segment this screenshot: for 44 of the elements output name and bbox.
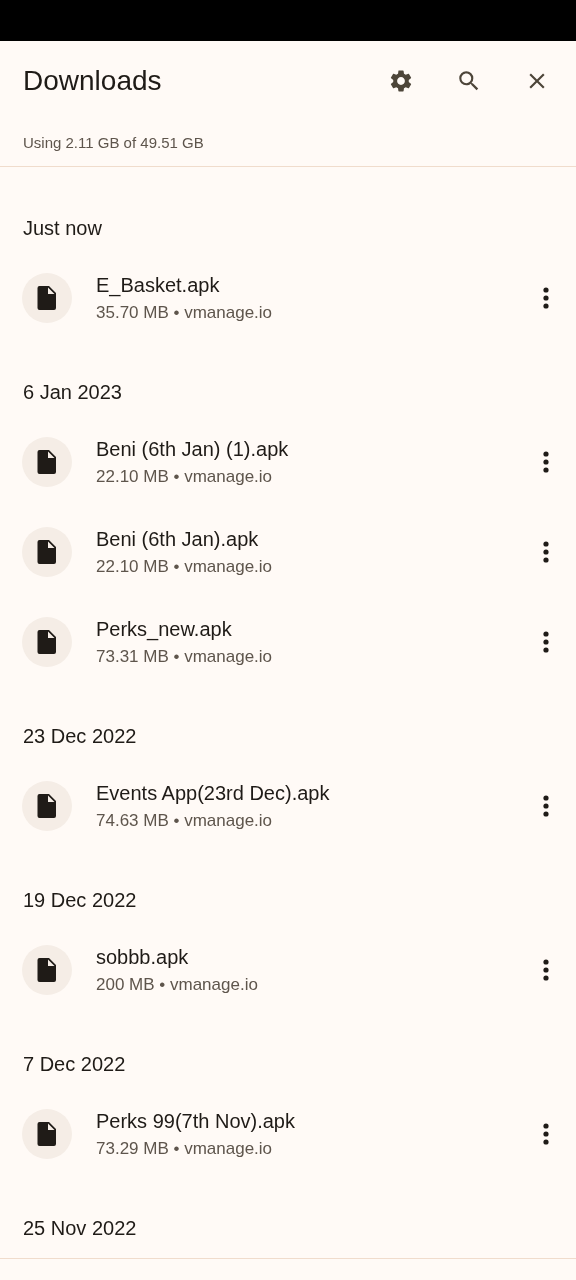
date-heading: Just now [22,216,102,240]
download-item[interactable]: Beni (6th Jan).apk 22.10 MB • vmanage.io [0,507,576,597]
file-name: Events App(23rd Dec).apk [96,781,330,806]
file-details: 200 MB • vmanage.io [96,974,258,996]
more-icon [543,631,549,653]
file-details: 73.29 MB • vmanage.io [96,1138,273,1160]
page-title: Downloads [23,64,162,98]
file-name: Beni (6th Jan).apk [96,527,259,552]
more-icon [543,959,549,981]
file-details: 22.10 MB • vmanage.io [96,556,273,578]
more-icon [543,1123,549,1145]
download-item[interactable]: E_Basket.apk 35.70 MB • vmanage.io [0,253,576,343]
download-item[interactable]: Perks_new.apk 73.31 MB • vmanage.io [0,597,576,687]
download-item[interactable]: Beni (6th Jan) (1).apk 22.10 MB • vmanage.io [0,417,576,507]
more-icon [543,541,549,563]
file-icon [37,794,57,818]
file-details: 73.31 MB • vmanage.io [96,646,273,668]
settings-icon [388,68,414,94]
date-heading: 23 Dec 2022 [22,724,137,748]
file-details: 74.63 MB • vmanage.io [96,810,273,832]
download-item[interactable]: sobbb.apk 200 MB • vmanage.io [0,925,576,1015]
file-icon [37,958,57,982]
more-icon [543,287,549,309]
file-icon [37,1122,57,1146]
file-details: 35.70 MB • vmanage.io [96,302,273,324]
file-icon [37,450,57,474]
date-heading: 19 Dec 2022 [22,888,137,912]
file-name: E_Basket.apk [96,273,220,298]
file-icon [37,630,57,654]
download-item[interactable]: Events App(23rd Dec).apk 74.63 MB • vmanage.io [0,761,576,851]
storage-usage: Using 2.11 GB of 49.51 GB [23,133,205,153]
file-details: 22.10 MB • vmanage.io [96,466,273,488]
file-name: Beni (6th Jan) (1).apk [96,437,289,462]
date-heading: 25 Nov 2022 [22,1216,137,1240]
more-icon [543,795,549,817]
date-heading: 7 Dec 2022 [22,1052,126,1076]
file-name: Perks 99(7th Nov).apk [96,1109,295,1134]
more-icon [543,451,549,473]
file-name: sobbb.apk [96,945,189,970]
download-item[interactable]: Perks 99(7th Nov).apk 73.29 MB • vmanage.io [0,1089,576,1179]
file-name: Perks_new.apk [96,617,232,642]
file-icon [37,540,57,564]
date-heading: 6 Jan 2023 [22,380,122,404]
file-icon [37,286,57,310]
